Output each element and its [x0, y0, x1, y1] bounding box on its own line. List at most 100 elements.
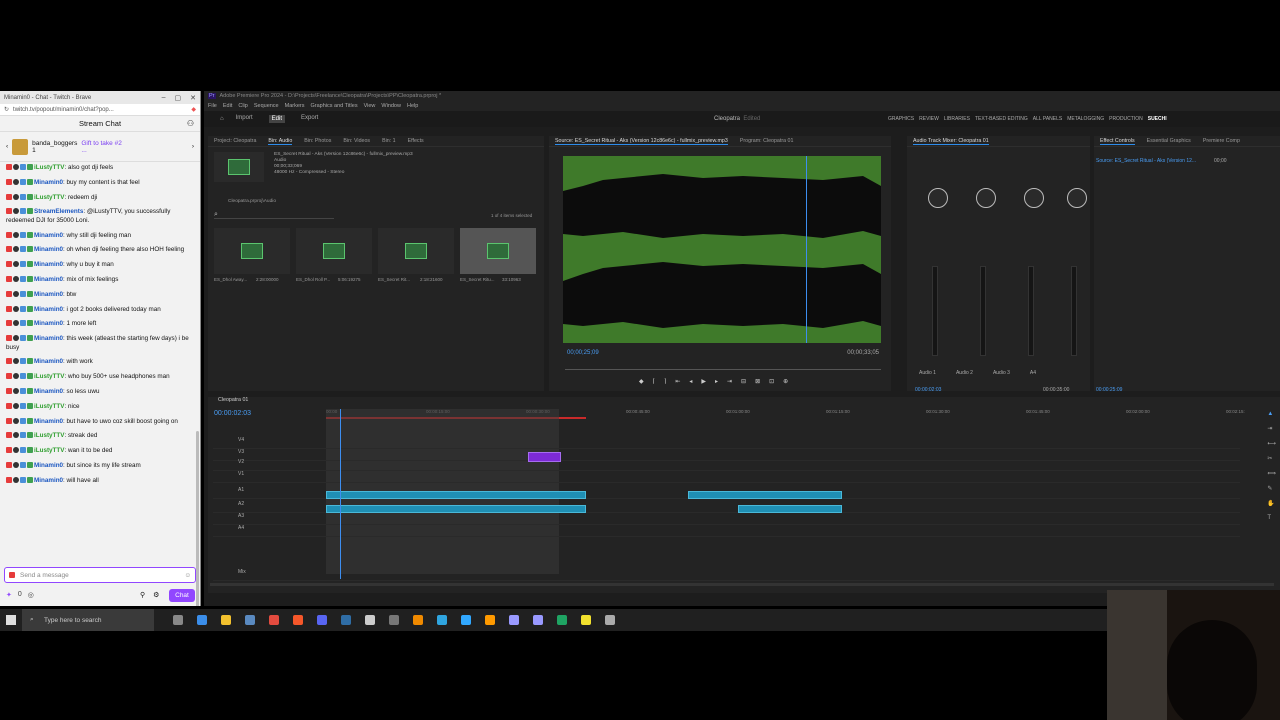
pan-knob-4[interactable]	[1067, 188, 1087, 208]
menu-item-graphics-and-titles[interactable]: Graphics and Titles	[311, 103, 358, 109]
message-username[interactable]: Minamin0	[34, 418, 63, 425]
workspace-all-panels[interactable]: ALL PANELS	[1033, 116, 1062, 122]
audio-waveform[interactable]	[563, 156, 881, 343]
workspace-graphics[interactable]: GRAPHICS	[888, 116, 914, 122]
close-icon[interactable]: ✕	[190, 94, 196, 102]
users-icon[interactable]: ⚇	[187, 119, 194, 128]
project-tab[interactable]: Project: Cleopatra	[214, 138, 256, 144]
step-forward-icon[interactable]: ▸	[715, 378, 718, 385]
track-select-icon[interactable]: ⇥	[1267, 425, 1276, 432]
fader-3[interactable]	[1028, 266, 1034, 356]
home-icon[interactable]: ⌂	[220, 116, 224, 122]
message-username[interactable]: Minamin0	[34, 388, 63, 395]
track-label[interactable]: V4	[238, 437, 244, 443]
pan-knob-1[interactable]	[928, 188, 948, 208]
source-tab[interactable]: Source: ES_Secret Ritual - Aks (Version …	[555, 138, 728, 145]
message-username[interactable]: Minamin0	[34, 261, 63, 268]
menu-item-edit[interactable]: Edit	[223, 103, 232, 109]
marker-icon[interactable]: ◆	[639, 378, 644, 385]
step-back-icon[interactable]: ◂	[689, 378, 692, 385]
workspace-suechi[interactable]: SUECHI	[1148, 116, 1167, 122]
workspace-metalogging[interactable]: METALOGGING	[1067, 116, 1104, 122]
track-label[interactable]: Mix	[238, 569, 246, 575]
message-username[interactable]: StreamElements	[34, 208, 83, 215]
message-username[interactable]: iLustyTTV	[34, 164, 64, 171]
brave-icon[interactable]	[286, 609, 310, 631]
menu-item-window[interactable]: Window	[381, 103, 401, 109]
message-username[interactable]: Minamin0	[34, 477, 63, 484]
chat-send-button[interactable]: Chat	[169, 589, 195, 602]
workspace-review[interactable]: REVIEW	[919, 116, 939, 122]
track-label[interactable]: A2	[238, 501, 244, 507]
chat-scrollbar[interactable]	[196, 431, 199, 606]
channel-points-icon[interactable]: ◎	[28, 591, 34, 599]
hand-tool-icon[interactable]: ✋	[1267, 500, 1276, 507]
message-username[interactable]: Minamin0	[34, 246, 63, 253]
bin-item-thumbnail[interactable]	[214, 228, 290, 274]
message-username[interactable]: iLustyTTV	[34, 432, 64, 439]
mark-out-icon[interactable]: ⌉	[664, 378, 666, 385]
minimize-icon[interactable]: –	[162, 94, 166, 102]
message-username[interactable]: iLustyTTV	[34, 447, 64, 454]
track-label[interactable]: V2	[238, 459, 244, 465]
timeline-timecode[interactable]: 00:00:02:03	[214, 410, 251, 417]
pan-knob-2[interactable]	[976, 188, 996, 208]
menu-item-markers[interactable]: Markers	[285, 103, 305, 109]
effects-tab[interactable]: Premiere Comp	[1203, 138, 1240, 144]
menu-item-clip[interactable]: Clip	[238, 103, 247, 109]
timeline-scrollbar[interactable]	[210, 583, 1274, 586]
bin-item-thumbnail[interactable]	[460, 228, 536, 274]
track-label[interactable]: A3	[238, 513, 244, 519]
button-editor-icon[interactable]: ⊕	[783, 378, 788, 385]
message-username[interactable]: Minamin0	[34, 179, 63, 186]
reload-icon[interactable]: ↻	[4, 106, 9, 113]
mixer-tab[interactable]: Audio Track Mixer: Cleopatra 01	[913, 138, 989, 145]
message-username[interactable]: Minamin0	[34, 306, 63, 313]
sticky-icon[interactable]	[574, 609, 598, 631]
message-username[interactable]: Minamin0	[34, 291, 63, 298]
tab-import[interactable]: Import	[236, 115, 253, 123]
chevron-left-icon[interactable]: ‹	[6, 143, 8, 150]
play-icon[interactable]: ▶	[701, 378, 706, 385]
insert-icon[interactable]: ⊟	[741, 378, 746, 385]
a1-clip-group-1[interactable]	[326, 505, 586, 513]
premiere-icon[interactable]	[502, 609, 526, 631]
bin-item-thumbnail[interactable]	[378, 228, 454, 274]
track-label[interactable]: A4	[238, 525, 244, 531]
emote-picker-icon[interactable]: ☺	[184, 572, 191, 579]
source-playhead[interactable]	[806, 156, 807, 343]
message-username[interactable]: Minamin0	[34, 335, 63, 342]
program-tab[interactable]: Program: Cleopatra 01	[740, 138, 794, 144]
project-tab[interactable]: Bin: Videos	[343, 138, 370, 144]
bin-search-input[interactable]: ⌕	[214, 211, 334, 219]
source-scrubber[interactable]	[565, 369, 881, 370]
banner-gift[interactable]: Gift to take #2	[81, 140, 121, 147]
export-frame-icon[interactable]: ⊡	[769, 378, 774, 385]
type-tool-icon[interactable]: T	[1267, 515, 1276, 521]
fader-2[interactable]	[980, 266, 986, 356]
mark-in-icon[interactable]: ⌈	[653, 378, 655, 385]
project-tab[interactable]: Bin: Photos	[304, 138, 331, 144]
settings-icon[interactable]	[598, 609, 622, 631]
message-username[interactable]: iLustyTTV	[34, 194, 64, 201]
effect-source[interactable]: Source: ES_Secret Ritual - Aks (Version …	[1096, 158, 1196, 164]
slip-tool-icon[interactable]: ⟺	[1267, 470, 1276, 477]
project-tab[interactable]: Bin: Audio	[268, 138, 293, 145]
settings-icon[interactable]: ⚙	[153, 591, 159, 599]
track-label[interactable]: V1	[238, 471, 244, 477]
brave-shield-icon[interactable]: ◆	[191, 106, 196, 113]
pen-tool-icon[interactable]: ✎	[1267, 485, 1276, 492]
message-username[interactable]: Minamin0	[34, 276, 63, 283]
maximize-icon[interactable]: ▢	[175, 94, 182, 102]
a1-clip-group-2[interactable]	[738, 505, 842, 513]
overwrite-icon[interactable]: ⊠	[755, 378, 760, 385]
track-label[interactable]: A1	[238, 487, 244, 493]
razor-tool-icon[interactable]: ✂	[1267, 455, 1276, 462]
effects-tab[interactable]: Essential Graphics	[1147, 138, 1191, 144]
v1-clip-group-2[interactable]	[688, 491, 842, 499]
menu-item-file[interactable]: File	[208, 103, 217, 109]
mixer-timecode-left[interactable]: 00:00:02:03	[915, 387, 941, 393]
address-bar[interactable]: ↻ twitch.tv/popout/minamin0/chat?pop... …	[0, 104, 200, 116]
illustrator-icon[interactable]	[478, 609, 502, 631]
sequence-tab[interactable]: Cleopatra 01	[208, 397, 1280, 407]
